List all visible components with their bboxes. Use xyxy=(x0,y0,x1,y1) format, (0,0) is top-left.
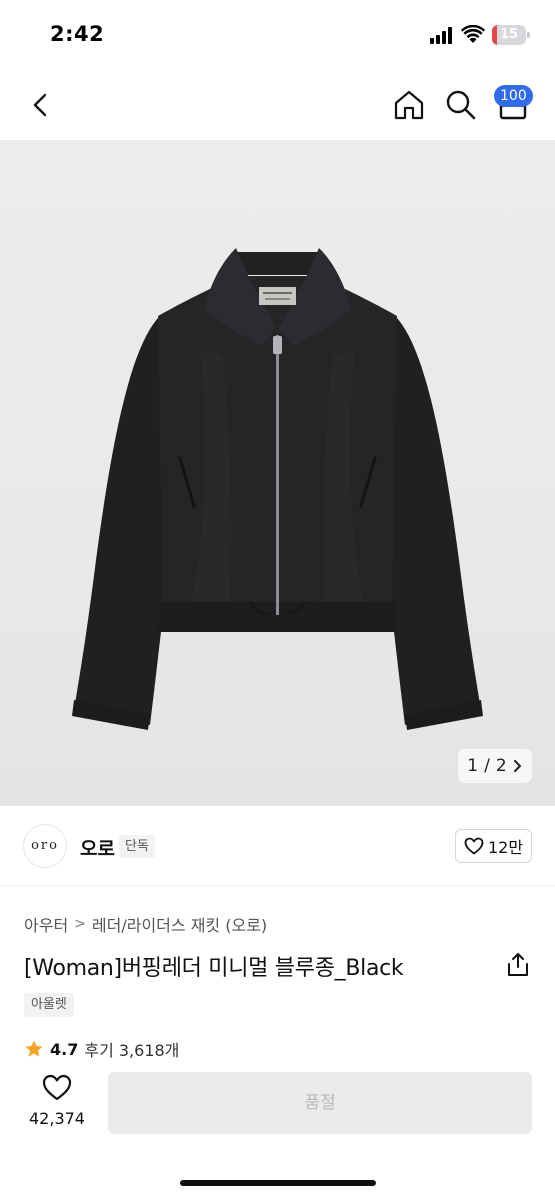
share-icon[interactable] xyxy=(506,952,530,978)
heart-icon xyxy=(42,1074,72,1101)
product-image-gallery[interactable]: 1 / 2 xyxy=(0,140,555,806)
rating-row[interactable]: 4.7 후기 3,618개 xyxy=(24,1038,179,1060)
search-icon[interactable] xyxy=(444,88,478,122)
product-title: [Woman]버핑레더 미니멀 블루종_Black xyxy=(24,956,404,981)
chevron-left-icon[interactable] xyxy=(26,90,56,120)
home-icon[interactable] xyxy=(392,88,426,122)
home-indicator xyxy=(180,1180,376,1186)
breadcrumb: 아우터 > 레더/라이더스 재킷 (오로) xyxy=(24,912,267,936)
breadcrumb-item[interactable]: 아우터 xyxy=(24,912,68,936)
product-photo xyxy=(72,248,483,730)
breadcrumb-separator: > xyxy=(74,916,86,932)
brand-like-count: 12만 xyxy=(487,838,524,857)
status-bar: 2:42 15 xyxy=(0,0,555,72)
chevron-right-icon xyxy=(513,760,521,772)
battery-icon: 15 xyxy=(492,25,530,45)
status-time: 2:42 xyxy=(50,22,105,46)
cart-count-badge: 100 xyxy=(494,85,533,107)
wishlist-button[interactable]: 42,374 xyxy=(22,1074,92,1134)
sold-out-button[interactable]: 품절 xyxy=(108,1072,532,1134)
heart-icon xyxy=(464,837,484,855)
page-total: 2 xyxy=(495,756,507,776)
cellular-signal-icon xyxy=(430,27,452,44)
brand-row: oro 오로 단독 12만 xyxy=(0,806,555,886)
page-separator: / xyxy=(484,756,490,776)
exclusive-tag: 단독 xyxy=(119,835,155,858)
bottom-action-bar: 42,374 품절 xyxy=(0,1058,555,1200)
brand-logo[interactable]: oro xyxy=(23,824,67,868)
brand-like-button[interactable]: 12만 xyxy=(455,829,532,863)
star-icon xyxy=(25,1040,43,1057)
wishlist-count: 42,374 xyxy=(29,1109,85,1128)
outlet-tag: 아울렛 xyxy=(24,993,74,1017)
wifi-icon xyxy=(461,25,485,43)
brand-name[interactable]: 오로 xyxy=(80,834,115,861)
page-current: 1 xyxy=(467,756,479,776)
battery-level: 15 xyxy=(499,27,519,42)
breadcrumb-item[interactable]: 레더/라이더스 재킷 (오로) xyxy=(92,912,267,936)
top-nav-bar: 100 xyxy=(0,72,555,140)
rating-value: 4.7 xyxy=(50,1039,79,1059)
image-page-indicator[interactable]: 1 / 2 xyxy=(458,749,532,783)
